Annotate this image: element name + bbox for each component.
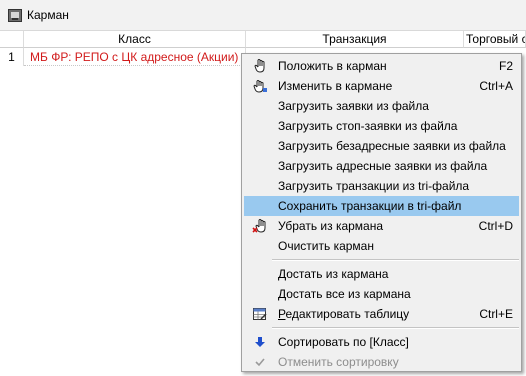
menu-item-sort-by-class[interactable]: Сортировать по [Класс] bbox=[244, 332, 519, 352]
menu-item-label: Положить в карман bbox=[278, 59, 387, 73]
menu-item-shortcut: Ctrl+D bbox=[478, 219, 513, 233]
menu-item-load-address-orders-file[interactable]: Загрузить адресные заявки из файла bbox=[244, 156, 519, 176]
menu-item-load-nonaddress-orders-file[interactable]: Загрузить безадресные заявки из файла bbox=[244, 136, 519, 156]
menu-separator bbox=[272, 259, 519, 261]
menu-item-label: Сортировать по [Класс] bbox=[278, 335, 409, 349]
menu-item-label: Убрать из кармана bbox=[278, 219, 384, 233]
menu-item-accel-letter: Р bbox=[278, 307, 286, 321]
hand-put-icon bbox=[254, 59, 265, 73]
menu-item-remove-from-pocket[interactable]: Убрать из кармана Ctrl+D bbox=[244, 216, 519, 236]
menu-item-take-all-from-pocket[interactable]: Достать все из кармана bbox=[244, 284, 519, 304]
menu-item-load-orders-file[interactable]: Загрузить заявки из файла bbox=[244, 96, 519, 116]
menu-item-label: Загрузить транзакции из tri-файла bbox=[278, 179, 470, 193]
column-header-trading[interactable]: Торговый с bbox=[464, 31, 526, 48]
sort-down-arrow-icon bbox=[255, 337, 265, 347]
menu-item-label: Сохранить транзакции в tri-файл bbox=[278, 199, 462, 213]
edit-table-icon bbox=[253, 308, 267, 320]
menu-item-label: Загрузить стоп-заявки из файла bbox=[278, 119, 458, 133]
row-number: 1 bbox=[0, 48, 24, 66]
menu-item-label: Достать из кармана bbox=[278, 267, 389, 281]
column-header-class[interactable]: Класс bbox=[24, 31, 246, 48]
column-header-transaction[interactable]: Транзакция bbox=[246, 31, 464, 48]
table-row-class-cell[interactable]: МБ ФР: РЕПО с ЦК адресное (Акции) bbox=[24, 48, 246, 66]
menu-item-shortcut: Ctrl+E bbox=[479, 307, 513, 321]
menu-item-label: Очистить карман bbox=[278, 239, 374, 253]
menu-item-cancel-sort[interactable]: Отменить сортировку bbox=[244, 352, 519, 372]
window-title: Карман bbox=[27, 8, 69, 22]
menu-item-label: Изменить в кармане bbox=[278, 79, 393, 93]
menu-item-load-tri-file[interactable]: Загрузить транзакции из tri-файла bbox=[244, 176, 519, 196]
menu-item-put-in-pocket[interactable]: Положить в карман F2 bbox=[244, 56, 519, 76]
menu-item-label: Отменить сортировку bbox=[278, 355, 399, 369]
window-titlebar[interactable]: Карман bbox=[0, 0, 526, 31]
menu-item-label: Достать все из кармана bbox=[278, 287, 411, 301]
menu-item-clear-pocket[interactable]: Очистить карман bbox=[244, 236, 519, 256]
menu-item-take-from-pocket[interactable]: Достать из кармана bbox=[244, 264, 519, 284]
hand-edit-icon bbox=[253, 80, 267, 93]
menu-separator bbox=[272, 327, 519, 329]
menu-item-label: Загрузить заявки из файла bbox=[278, 99, 429, 113]
menu-item-label: Загрузить адресные заявки из файла bbox=[278, 159, 488, 173]
menu-item-save-tri-file[interactable]: Сохранить транзакции в tri-файл bbox=[244, 196, 519, 216]
menu-item-label: Загрузить безадресные заявки из файла bbox=[278, 139, 506, 153]
pocket-window-icon bbox=[8, 9, 22, 22]
context-menu: Положить в карман F2 Изменить в кармане … bbox=[241, 53, 522, 372]
menu-item-shortcut: Ctrl+A bbox=[479, 79, 513, 93]
hand-remove-icon bbox=[252, 219, 266, 233]
menu-item-load-stop-orders-file[interactable]: Загрузить стоп-заявки из файла bbox=[244, 116, 519, 136]
menu-item-edit-in-pocket[interactable]: Изменить в кармане Ctrl+A bbox=[244, 76, 519, 96]
check-icon bbox=[255, 358, 265, 367]
menu-item-edit-table[interactable]: Редактировать таблицу Ctrl+E bbox=[244, 304, 519, 324]
menu-item-shortcut: F2 bbox=[498, 59, 513, 73]
menu-item-label: Редактировать таблицу bbox=[278, 307, 410, 321]
column-header-rownum bbox=[0, 31, 24, 48]
